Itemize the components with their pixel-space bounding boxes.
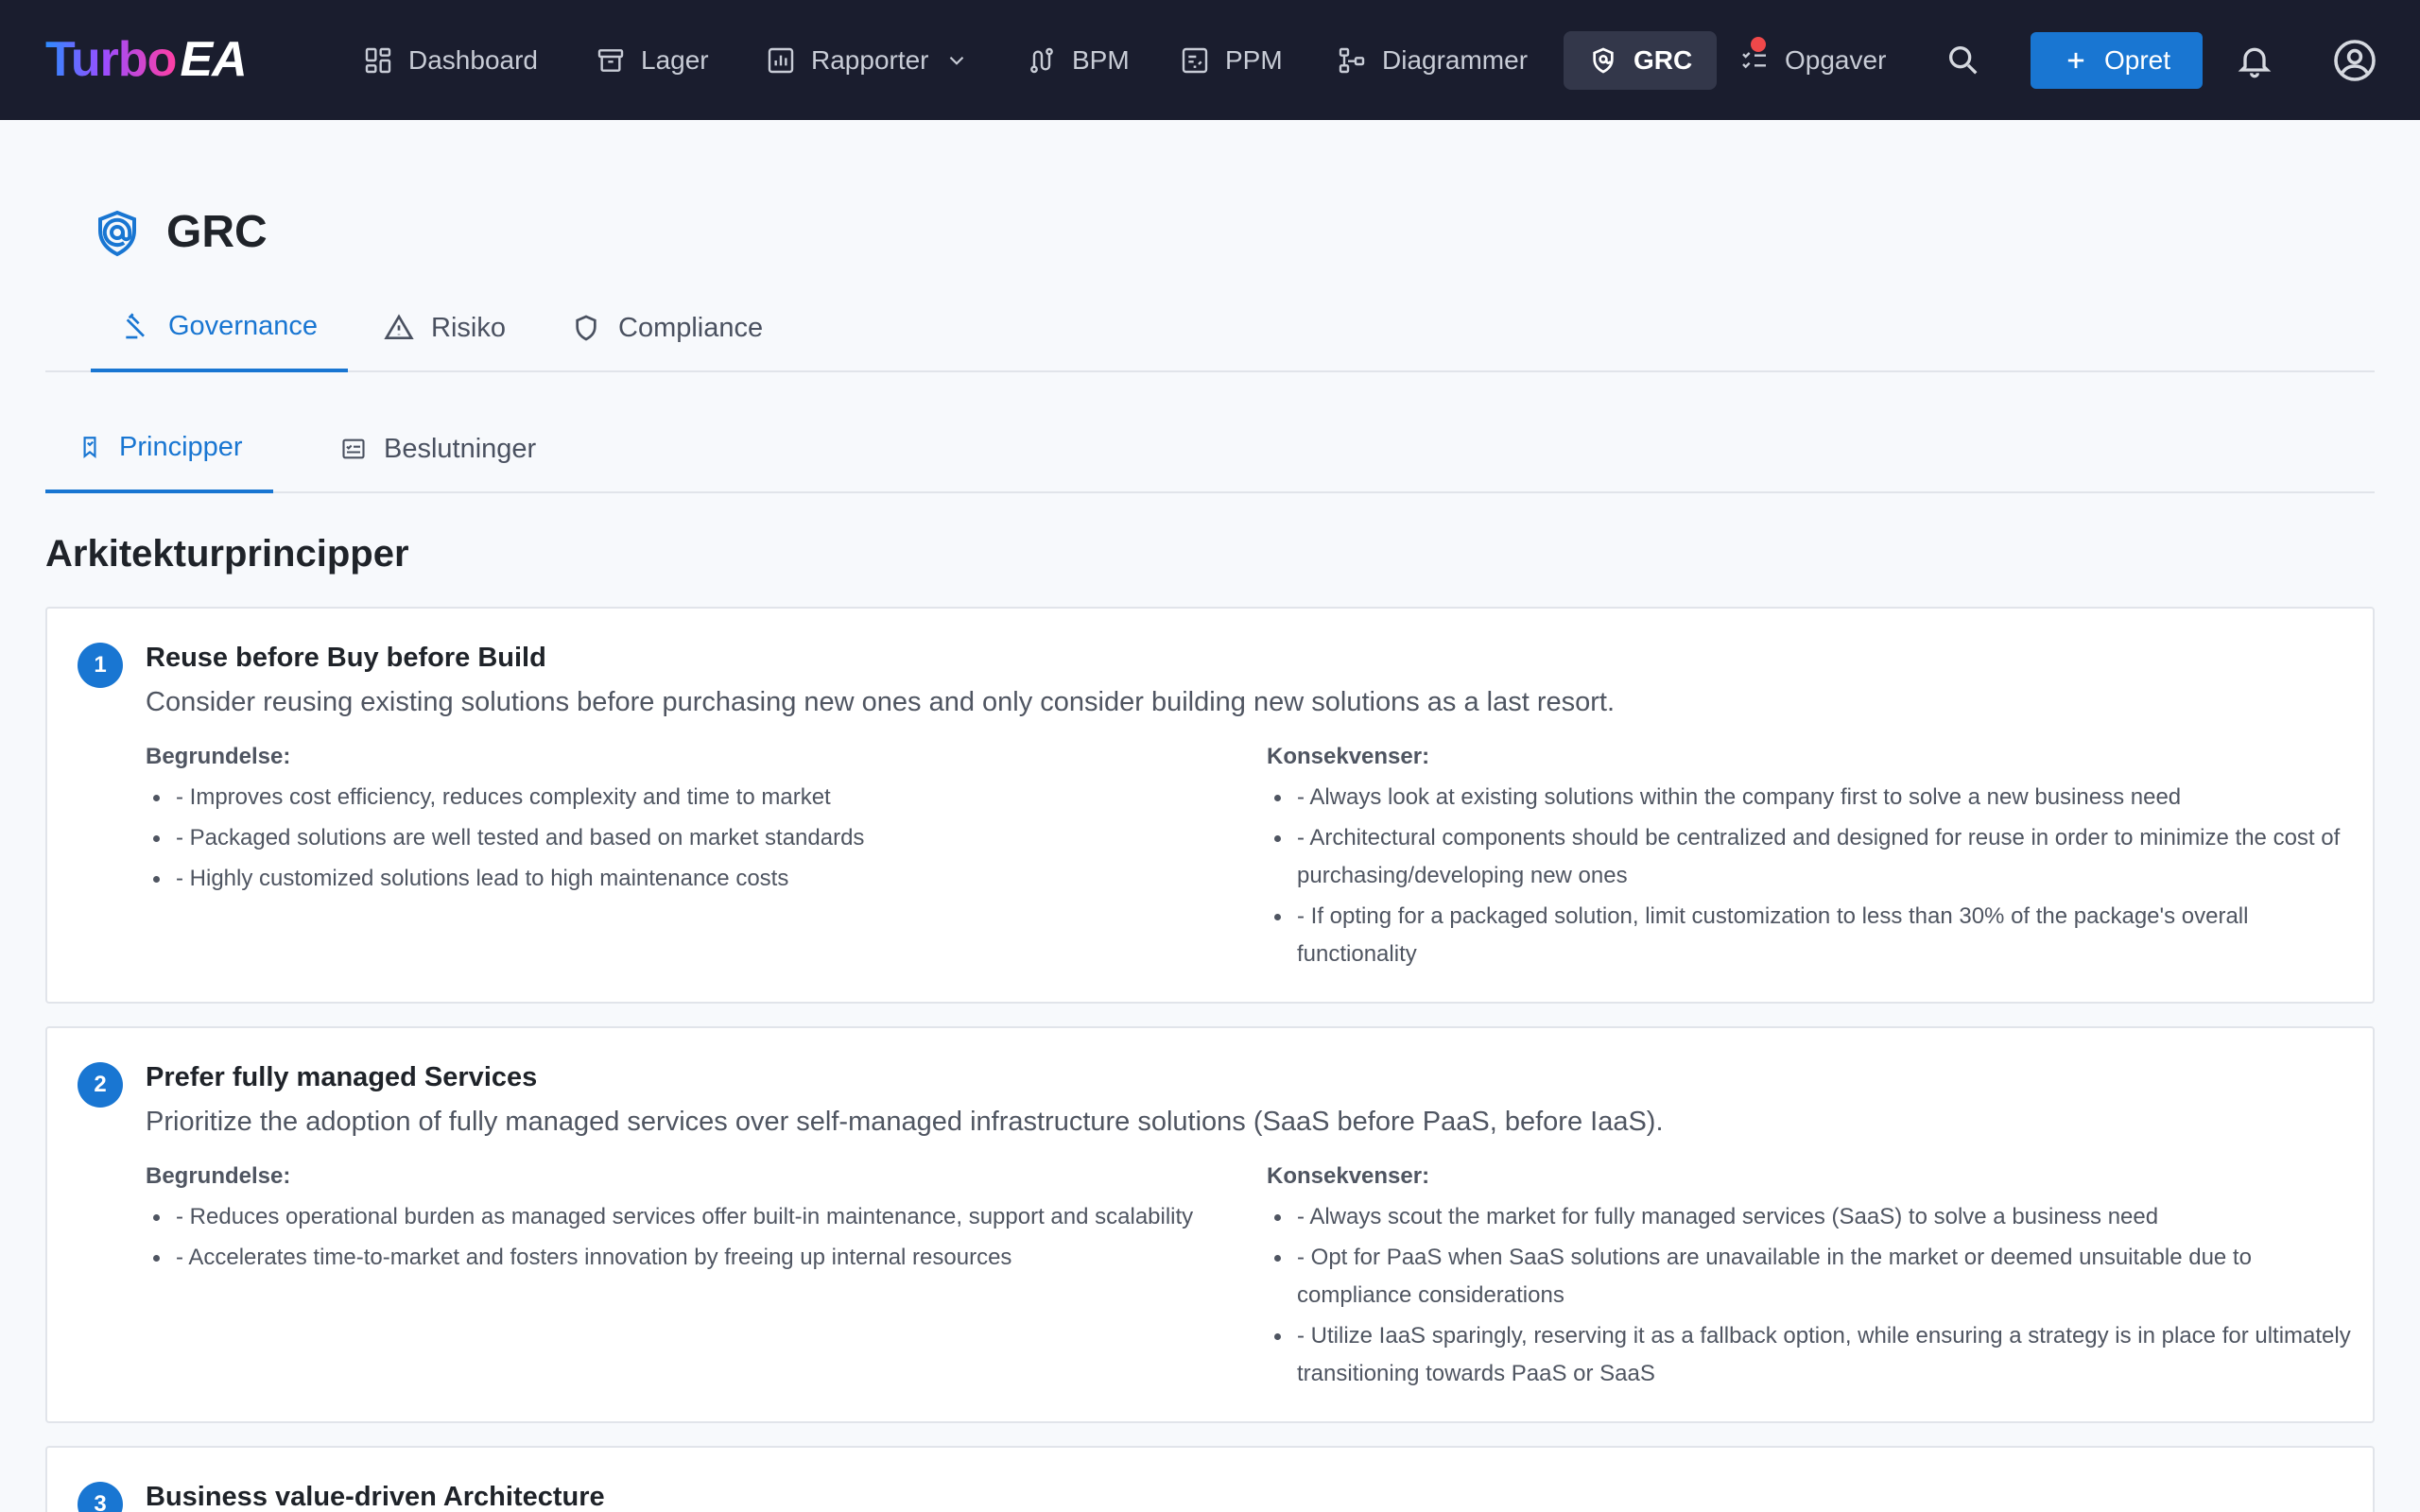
- list-item: - Improves cost efficiency, reduces comp…: [146, 779, 1233, 816]
- principle-description: Consider reusing existing solutions befo…: [146, 687, 1616, 717]
- list-item: - Always look at existing solutions with…: [1267, 779, 2354, 816]
- nav-dashboard-label: Dashboard: [408, 45, 538, 75]
- turbo-ea-logo[interactable]: Turbo EA: [45, 28, 248, 91]
- rationale-heading: Begrundelse:: [146, 744, 291, 769]
- user-circle-icon: [2334, 40, 2376, 81]
- implications-list: - Always scout the market for fully mana…: [1267, 1198, 2354, 1393]
- principle-card: 2 Prefer fully managed Services Prioriti…: [45, 1026, 2375, 1423]
- dashboard-icon: [365, 47, 391, 74]
- subtab-principper-label: Principper: [119, 431, 243, 462]
- tab-risiko[interactable]: Risiko: [367, 284, 523, 372]
- nav-grc[interactable]: GRC: [1564, 31, 1718, 90]
- bookmark-icon: [83, 437, 96, 459]
- nav-diagrammer-label: Diagrammer: [1382, 45, 1529, 75]
- rationale-column: Begrundelse: - Reduces operational burde…: [146, 1160, 1233, 1280]
- route-icon: [1030, 47, 1053, 74]
- principle-description: Prioritize the adoption of fully managed…: [146, 1107, 1664, 1137]
- principle-title: Business value-driven Architecture: [146, 1482, 605, 1512]
- nav-grc-label: GRC: [1634, 45, 1693, 75]
- nav-lager-label: Lager: [641, 45, 709, 75]
- search-icon: [1949, 46, 1978, 75]
- grc-tabs: Governance Risiko Compliance: [45, 284, 2375, 372]
- logo-text-turbo: Turbo: [45, 32, 177, 87]
- page-title: GRC: [166, 207, 268, 257]
- archive-icon: [597, 49, 624, 72]
- subtab-principper[interactable]: Principper: [45, 404, 273, 493]
- rationale-heading: Begrundelse:: [146, 1163, 291, 1189]
- nav-dashboard[interactable]: Dashboard: [338, 31, 562, 90]
- tab-governance[interactable]: Governance: [91, 284, 348, 372]
- warning-icon: [384, 314, 414, 339]
- rationale-list: - Improves cost efficiency, reduces comp…: [146, 779, 1233, 898]
- implications-column: Konsekvenser: - Always look at existing …: [1267, 741, 2354, 976]
- rationale-list: - Reduces operational burden as managed …: [146, 1198, 1233, 1277]
- project-icon: [1182, 47, 1208, 74]
- shield-icon: [1593, 47, 1614, 74]
- nav-ppm[interactable]: PPM: [1155, 31, 1307, 90]
- notification-dot: [1751, 37, 1766, 52]
- principle-title: Reuse before Buy before Build: [146, 643, 546, 673]
- nav-opgaver-label: Opgaver: [1785, 45, 1887, 75]
- shield-outline-icon: [576, 315, 596, 341]
- principle-number-badge: 1: [78, 643, 123, 688]
- nav-ppm-label: PPM: [1225, 45, 1283, 75]
- nav-lager[interactable]: Lager: [571, 31, 734, 90]
- principle-number-badge: 2: [78, 1062, 123, 1108]
- gavel-icon: [126, 313, 145, 339]
- nav-diagrammer[interactable]: Diagrammer: [1312, 31, 1552, 90]
- top-navbar: Turbo EA Dashboard Lager Rapporter BPM P…: [0, 0, 2420, 120]
- implications-list: - Always look at existing solutions with…: [1267, 779, 2354, 973]
- nav-opgaver[interactable]: Opgaver: [1715, 31, 1910, 90]
- account-button[interactable]: [2329, 35, 2380, 86]
- nav-bpm[interactable]: BPM: [1002, 31, 1154, 90]
- report-icon: [768, 47, 794, 74]
- chevron-down-icon: [949, 56, 963, 65]
- list-item: - Opt for PaaS when SaaS solutions are u…: [1267, 1239, 2354, 1314]
- tab-risiko-label: Risiko: [431, 312, 506, 343]
- list-item: - Utilize IaaS sparingly, reserving it a…: [1267, 1317, 2354, 1393]
- logo-text-ea: EA: [180, 32, 247, 87]
- subtab-beslutninger-label: Beslutninger: [384, 433, 537, 464]
- search-button[interactable]: [1938, 35, 1989, 86]
- list-item: - Highly customized solutions lead to hi…: [146, 860, 1233, 898]
- bell-icon: [2238, 47, 2272, 78]
- tab-compliance[interactable]: Compliance: [554, 284, 780, 372]
- notifications-button[interactable]: [2229, 35, 2280, 86]
- governance-subtabs: Principper Beslutninger: [45, 404, 2375, 493]
- create-button-label: Opret: [2103, 45, 2171, 75]
- principle-title: Prefer fully managed Services: [146, 1062, 538, 1092]
- rationale-column: Begrundelse: - Improves cost efficiency,…: [146, 741, 1233, 901]
- list-item: - Reduces operational burden as managed …: [146, 1198, 1233, 1236]
- principle-card: 3 Business value-driven Architecture: [45, 1446, 2375, 1512]
- create-button[interactable]: Opret: [2031, 32, 2203, 89]
- tab-compliance-label: Compliance: [618, 312, 764, 343]
- implications-heading: Konsekvenser:: [1267, 1163, 1430, 1189]
- subtab-beslutninger[interactable]: Beslutninger: [310, 404, 566, 493]
- grc-shield-icon: [98, 210, 136, 257]
- nav-rapporter-label: Rapporter: [811, 45, 929, 75]
- nav-bpm-label: BPM: [1072, 45, 1130, 75]
- list-item: - Packaged solutions are well tested and…: [146, 819, 1233, 857]
- list-item: - Accelerates time-to-market and fosters…: [146, 1239, 1233, 1277]
- list-item: - Always scout the market for fully mana…: [1267, 1198, 2354, 1236]
- list-item: - Architectural components should be cen…: [1267, 819, 2354, 895]
- diagram-icon: [1339, 47, 1365, 74]
- decision-list-icon: [342, 438, 365, 459]
- list-item: - If opting for a packaged solution, lim…: [1267, 898, 2354, 973]
- principle-number-badge: 3: [78, 1482, 123, 1512]
- principle-card: 1 Reuse before Buy before Build Consider…: [45, 607, 2375, 1004]
- plus-icon: [2067, 52, 2084, 69]
- section-title: Arkitekturprincipper: [45, 533, 409, 575]
- tab-governance-label: Governance: [168, 310, 318, 341]
- implications-heading: Konsekvenser:: [1267, 744, 1430, 769]
- implications-column: Konsekvenser: - Always scout the market …: [1267, 1160, 2354, 1396]
- nav-rapporter[interactable]: Rapporter: [741, 31, 994, 90]
